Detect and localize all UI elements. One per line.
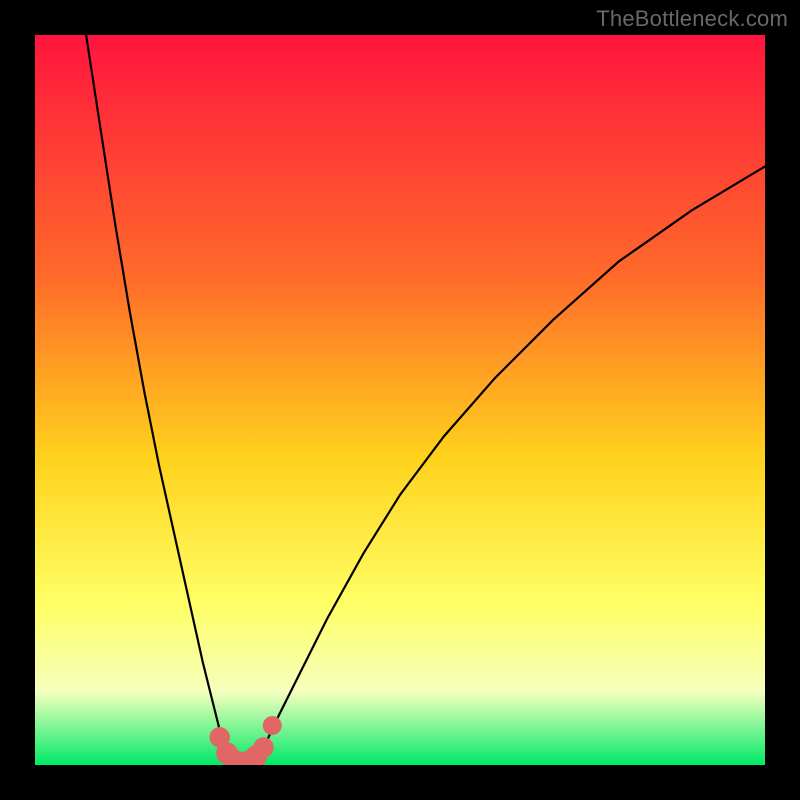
gradient-background (35, 35, 765, 765)
watermark-text: TheBottleneck.com (596, 6, 788, 32)
valley-marker (253, 737, 273, 757)
outer-frame: TheBottleneck.com (0, 0, 800, 800)
plot-area (35, 35, 765, 765)
bottleneck-chart (35, 35, 765, 765)
valley-marker (263, 716, 282, 735)
